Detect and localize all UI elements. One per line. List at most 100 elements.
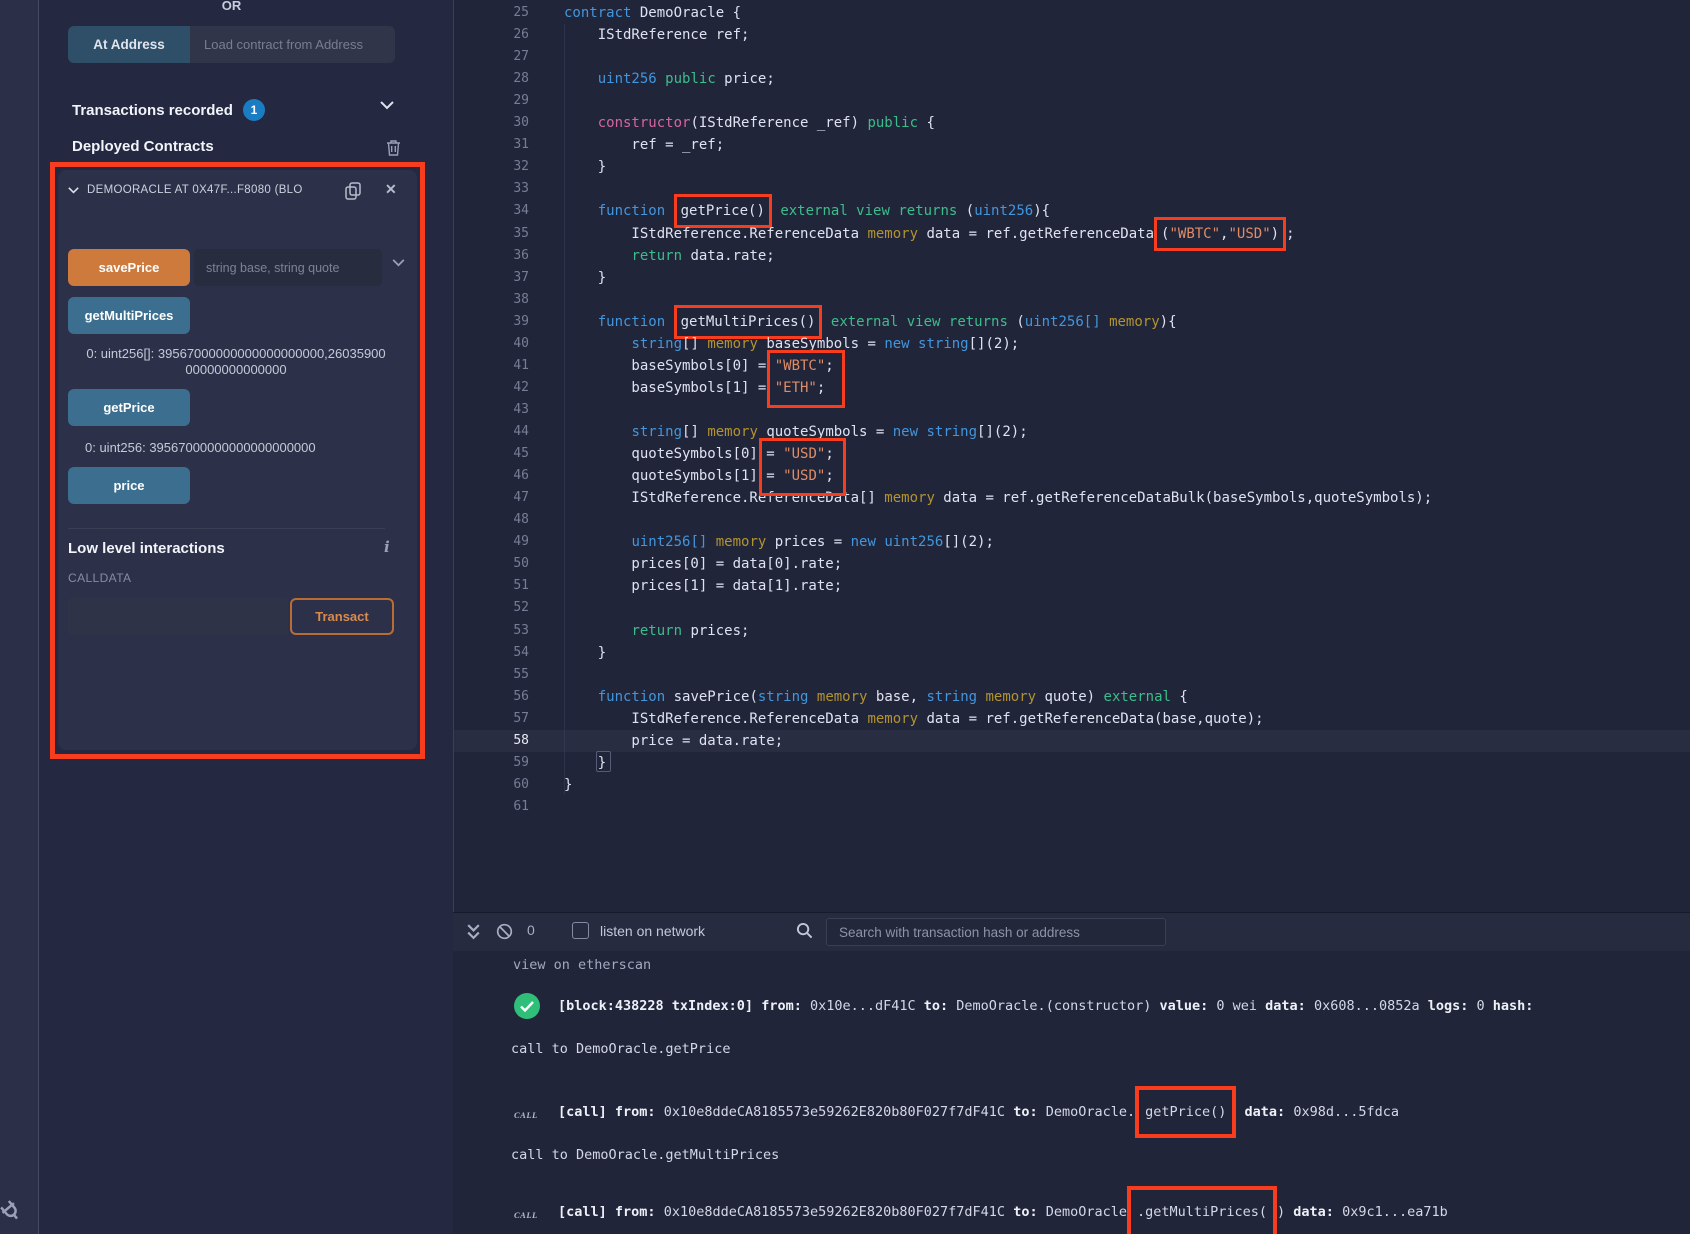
code-line: 30 constructor(IStdReference _ref) publi… — [454, 112, 1690, 134]
line-number: 29 — [454, 90, 564, 112]
code-line: 54 } — [454, 642, 1690, 664]
trash-icon[interactable] — [386, 139, 401, 156]
code-editor[interactable]: 25contract DemoOracle {26 IStdReference … — [453, 0, 1690, 912]
line-number: 25 — [454, 2, 564, 24]
line-number: 42 — [454, 377, 564, 399]
line-number: 56 — [454, 686, 564, 708]
terminal-call-label: call to DemoOracle.getMultiPrices — [511, 1146, 779, 1164]
code-line: 55 — [454, 664, 1690, 686]
code-line: 28 uint256 public price; — [454, 68, 1690, 90]
line-number: 57 — [454, 708, 564, 730]
line-number: 50 — [454, 553, 564, 575]
calldata-input[interactable] — [68, 598, 288, 635]
line-number: 34 — [454, 200, 564, 222]
at-address-group: At Address — [68, 26, 395, 63]
code-line: 58 price = data.rate; — [454, 730, 1690, 752]
chevron-down-icon — [68, 187, 79, 194]
expand-params-chevron-icon[interactable] — [392, 259, 405, 267]
getprice-button[interactable]: getPrice — [68, 389, 190, 426]
code-line: 41 baseSymbols[0] = "WBTC"; — [454, 355, 1690, 377]
collapse-terminal-icon[interactable] — [466, 923, 481, 940]
line-number: 31 — [454, 134, 564, 156]
code-line: 32 } — [454, 156, 1690, 178]
line-number: 48 — [454, 509, 564, 531]
code-line: 52 — [454, 597, 1690, 619]
listen-on-network-checkbox[interactable] — [572, 922, 589, 939]
icon-panel-strip — [0, 0, 39, 1234]
line-number: 32 — [454, 156, 564, 178]
chevron-down-icon[interactable] — [380, 101, 394, 110]
code-line: 26 IStdReference ref; — [454, 24, 1690, 46]
line-number: 45 — [454, 443, 564, 465]
annotation-box-inline: .getMultiPrices( — [1127, 1186, 1277, 1234]
code-line: 44 string[] memory quoteSymbols = new st… — [454, 421, 1690, 443]
getprice-result: 0: uint256: 39567000000000000000000 — [85, 440, 387, 456]
pending-tx-count: 0 — [527, 922, 535, 938]
code-line: 61 — [454, 796, 1690, 818]
clear-pending-icon[interactable] — [496, 923, 513, 940]
code-line: 27 — [454, 46, 1690, 68]
code-line: 48 — [454, 509, 1690, 531]
line-number: 36 — [454, 245, 564, 267]
transactions-recorded-header[interactable]: Transactions recorded 1 — [72, 99, 265, 121]
code-line: 50 prices[0] = data[0].rate; — [454, 553, 1690, 575]
code-line: 37 } — [454, 267, 1690, 289]
line-number: 53 — [454, 620, 564, 642]
divider — [68, 528, 385, 529]
getmultiprices-button[interactable]: getMultiPrices — [68, 297, 190, 334]
code-line: 43 — [454, 399, 1690, 421]
line-number: 35 — [454, 223, 564, 245]
saveprice-button[interactable]: savePrice — [68, 249, 190, 286]
line-number: 52 — [454, 597, 564, 619]
line-number: 39 — [454, 311, 564, 333]
line-number: 44 — [454, 421, 564, 443]
bracket-match-highlight — [596, 751, 611, 772]
view-on-etherscan-link[interactable]: view on etherscan — [513, 956, 651, 974]
close-icon[interactable]: ✕ — [385, 181, 397, 198]
line-number: 60 — [454, 774, 564, 796]
price-button[interactable]: price — [68, 467, 190, 504]
code-line: 60} — [454, 774, 1690, 796]
code-line: 46 quoteSymbols[1] = "USD"; — [454, 465, 1690, 487]
code-line: 47 IStdReference.ReferenceData[] memory … — [454, 487, 1690, 509]
code-line: 25contract DemoOracle { — [454, 2, 1690, 24]
plugin-manager-icon[interactable] — [0, 1188, 30, 1230]
copy-icon[interactable] — [345, 182, 361, 200]
code-line: 40 string[] memory baseSymbols = new str… — [454, 333, 1690, 355]
code-line: 57 IStdReference.ReferenceData memory da… — [454, 708, 1690, 730]
info-icon[interactable]: i — [384, 538, 390, 556]
deployed-contract-card: DEMOORACLE AT 0X47F...F8080 (BLO ✕ saveP… — [58, 170, 417, 750]
deploy-run-panel: OR At Address Transactions recorded 1 De… — [39, 0, 453, 1234]
line-number: 33 — [454, 178, 564, 200]
code-line: 49 uint256[] memory prices = new uint256… — [454, 531, 1690, 553]
terminal-log-row[interactable]: [block:438228 txIndex:0] from: 0x10e...d… — [558, 997, 1533, 1015]
terminal-toolbar: 0 listen on network — [453, 912, 1690, 952]
terminal-log-row[interactable]: [call] from: 0x10e8ddeCA8185573e59262E82… — [558, 1203, 1448, 1221]
line-number: 38 — [454, 289, 564, 311]
line-number: 55 — [454, 664, 564, 686]
at-address-button[interactable]: At Address — [68, 26, 190, 63]
low-level-interactions-label: Low level interactions — [68, 540, 225, 557]
line-number: 47 — [454, 487, 564, 509]
terminal-search-input[interactable] — [826, 918, 1166, 946]
terminal-log-row[interactable]: [call] from: 0x10e8ddeCA8185573e59262E82… — [558, 1103, 1399, 1121]
line-number: 30 — [454, 112, 564, 134]
transact-button[interactable]: Transact — [290, 598, 394, 635]
annotation-box-inline: getPrice() — [1135, 1086, 1236, 1138]
code-line: 38 — [454, 289, 1690, 311]
line-number: 51 — [454, 575, 564, 597]
load-contract-address-input[interactable] — [190, 26, 395, 63]
line-number: 46 — [454, 465, 564, 487]
code-line: 39 function getMultiPrices() external vi… — [454, 311, 1690, 333]
transactions-recorded-label: Transactions recorded — [72, 102, 233, 119]
calldata-label: CALLDATA — [68, 571, 131, 585]
terminal-log: view on etherscan [block:438228 txIndex:0… — [453, 951, 1690, 1234]
contract-card-header[interactable]: DEMOORACLE AT 0X47F...F8080 (BLO — [68, 184, 303, 196]
code-line: 35 IStdReference.ReferenceData memory da… — [454, 223, 1690, 245]
code-line: 34 function getPrice() external view ret… — [454, 200, 1690, 222]
search-icon — [796, 922, 813, 939]
or-separator-label: OR — [68, 0, 395, 13]
code-line: 29 — [454, 90, 1690, 112]
contract-card-title: DEMOORACLE AT 0X47F...F8080 (BLO — [87, 184, 303, 196]
saveprice-params-input[interactable] — [194, 249, 382, 286]
